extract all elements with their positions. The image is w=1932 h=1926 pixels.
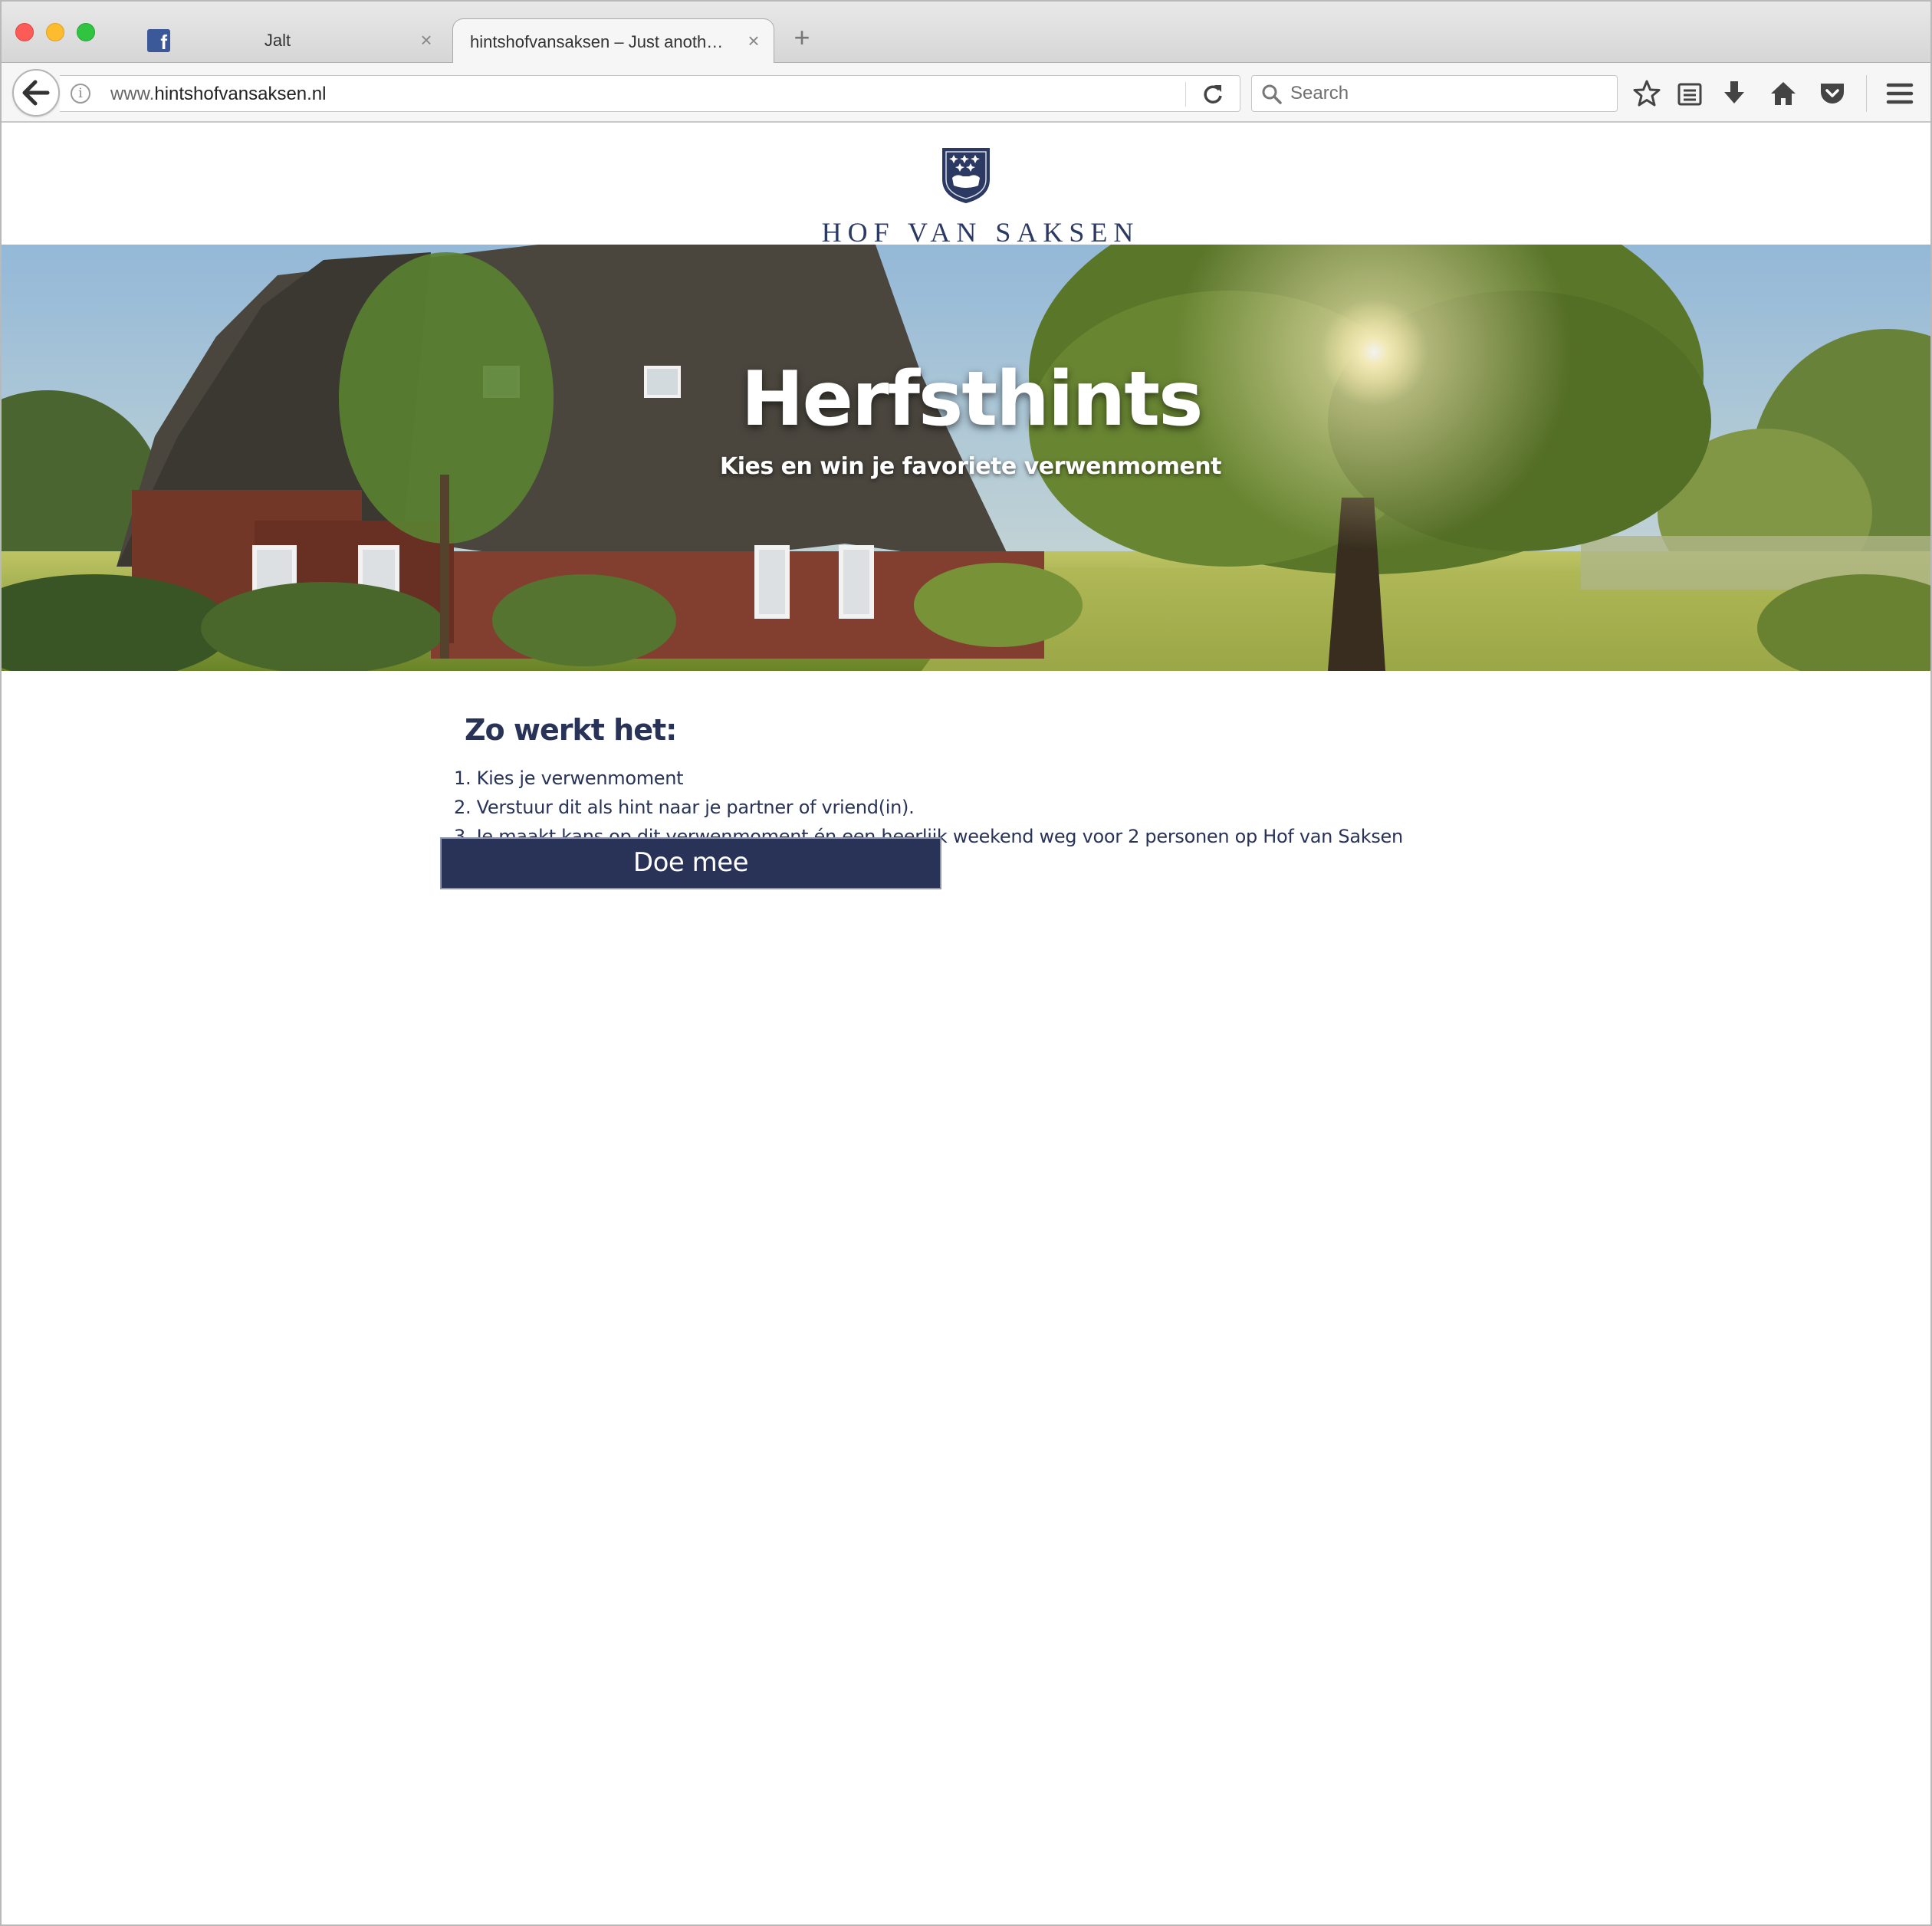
hero-banner: Herfsthints Kies en win je favoriete ver… [2,245,1930,671]
url-text[interactable]: www.hintshofvansaksen.nl [110,84,327,105]
browser-window: f Jalt × hintshofvansaksen – Just anoth…… [0,0,1932,1926]
crest-logo-icon [942,148,990,204]
web-page: HOF VAN SAKSEN Herfsthints Kies en win j… [2,124,1930,1924]
back-button[interactable] [12,69,60,117]
hero-subtitle: Kies en win je favoriete verwenmoment [719,453,1222,480]
toolbar-separator [1866,75,1867,112]
step-item: 1. Kies je verwenmoment [454,767,684,789]
tab-title: hintshofvansaksen – Just anoth… [470,31,724,51]
bookmarks-list-icon[interactable] [1674,78,1705,109]
tab-bar: f Jalt × hintshofvansaksen – Just anoth…… [2,2,1930,64]
site-logo[interactable]: HOF VAN SAKSEN [2,135,1930,250]
search-icon [1262,84,1282,104]
how-it-works-title: Zo werkt het: [465,713,677,747]
search-input[interactable] [1290,76,1605,111]
download-icon[interactable] [1719,78,1750,109]
url-bar[interactable]: i www.hintshofvansaksen.nl [60,75,1240,112]
zoom-window-button[interactable] [77,23,95,41]
new-tab-button[interactable]: + [790,24,814,51]
close-tab-icon[interactable]: × [743,30,764,51]
close-tab-icon[interactable]: × [416,29,437,51]
back-arrow-icon [22,80,50,106]
tab-hintshofvansaksen[interactable]: hintshofvansaksen – Just anoth… × [452,18,774,64]
navigation-bar: i www.hintshofvansaksen.nl [2,63,1930,123]
url-prefix: www. [110,84,155,104]
doe-mee-button[interactable]: Doe mee [440,837,941,889]
bookmark-star-icon[interactable] [1631,78,1662,109]
logo-text: HOF VAN SAKSEN [821,217,1140,248]
step-item: 2. Verstuur dit als hint naar je partner… [454,797,915,818]
url-domain: hintshofvansaksen.nl [154,84,327,104]
search-bar[interactable] [1251,75,1618,112]
home-icon[interactable] [1768,78,1799,109]
hero-title: Herfsthints [741,356,1204,443]
pocket-icon[interactable] [1817,78,1848,109]
reload-icon[interactable] [1201,82,1225,107]
info-icon[interactable]: i [71,84,90,104]
minimize-window-button[interactable] [46,23,64,41]
tab-title: Jalt [264,31,291,50]
url-separator [1185,82,1186,107]
hamburger-menu-icon[interactable] [1884,78,1915,109]
tab-jalt[interactable]: f Jalt × [124,18,446,63]
close-window-button[interactable] [15,23,34,41]
